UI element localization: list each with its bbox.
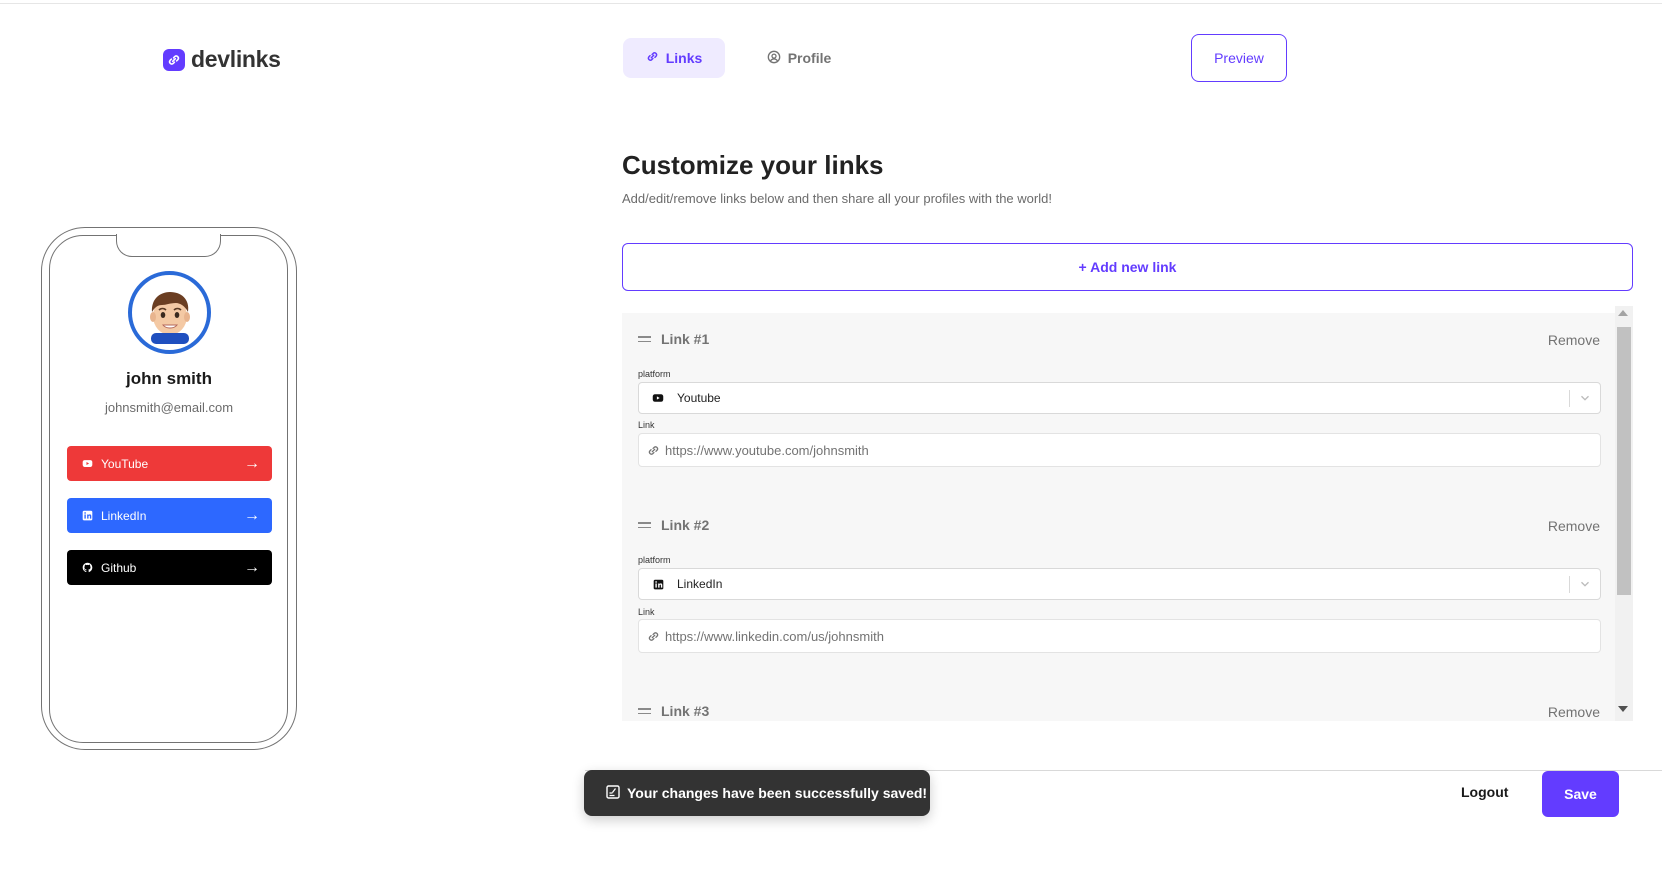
link-icon [647, 443, 661, 457]
preview-link-linkedin[interactable]: LinkedIn → [67, 498, 272, 533]
arrow-right-icon: → [244, 558, 260, 576]
link-url-value: https://www.linkedin.com/us/johnsmith [665, 628, 884, 644]
chevron-down-icon [1581, 581, 1589, 587]
preview-email: johnsmith@email.com [104, 400, 234, 415]
preview-link-label: LinkedIn [101, 508, 147, 523]
preview-link-label: Github [101, 560, 137, 575]
link-url-value: https://www.youtube.com/johnsmith [665, 442, 869, 458]
page-title: Customize your links [622, 150, 884, 180]
arrow-right-icon: → [244, 454, 260, 472]
youtube-icon [651, 391, 665, 405]
app-logo[interactable]: devlinks [163, 46, 281, 73]
platform-select[interactable]: Youtube [638, 382, 1601, 414]
drag-handle-icon[interactable] [638, 336, 651, 342]
top-border [0, 3, 1662, 4]
link-card-title: Link #1 [661, 331, 710, 347]
drag-handle-icon[interactable] [638, 708, 651, 714]
platform-select-value: LinkedIn [677, 577, 723, 591]
profile-circle-icon [767, 50, 781, 67]
logo-link-icon [163, 48, 185, 71]
youtube-icon [81, 458, 93, 470]
link-icon [647, 629, 661, 643]
link-url-input[interactable]: https://www.youtube.com/johnsmith [638, 433, 1601, 467]
save-success-toast: Your changes have been successfully save… [584, 770, 930, 816]
preview-link-youtube[interactable]: YouTube → [67, 446, 272, 481]
platform-label: platform [638, 555, 671, 565]
link-card-title: Link #2 [661, 517, 710, 533]
linkedin-icon [651, 577, 665, 591]
add-new-link-button[interactable]: + Add new link [622, 243, 1633, 291]
preview-link-github[interactable]: Github → [67, 550, 272, 585]
github-icon [81, 562, 93, 574]
remove-link-button[interactable]: Remove [1548, 518, 1600, 534]
scroll-down-arrow-icon[interactable] [1618, 706, 1628, 712]
tab-profile-label: Profile [787, 50, 832, 66]
links-list-panel: Link #1 Remove platform Youtube Link htt… [622, 313, 1615, 721]
memoji-avatar-icon [149, 291, 190, 344]
preview-link-label: YouTube [101, 456, 149, 471]
arrow-right-icon: → [244, 506, 260, 524]
saved-icon [605, 784, 621, 803]
preview-name: john smith [126, 369, 212, 388]
app-name: devlinks [191, 46, 281, 72]
preview-button[interactable]: Preview [1191, 34, 1287, 82]
remove-link-button[interactable]: Remove [1548, 704, 1600, 720]
tab-links[interactable]: Links [623, 38, 725, 78]
logout-button[interactable]: Logout [1461, 784, 1508, 800]
tab-profile[interactable]: Profile [751, 38, 847, 78]
link-label: Link [638, 607, 655, 617]
scrollbar-thumb[interactable] [1617, 327, 1631, 595]
phone-notch [116, 234, 221, 257]
linkedin-icon [81, 510, 93, 522]
avatar [128, 271, 211, 354]
page-subtitle: Add/edit/remove links below and then sha… [622, 191, 1052, 206]
link-card-header: Link #1 [638, 331, 709, 347]
chevron-down-icon [1581, 395, 1589, 401]
link-card-title: Link #3 [661, 703, 710, 719]
platform-select[interactable]: LinkedIn [638, 568, 1601, 600]
toast-message: Your changes have been successfully save… [627, 785, 928, 801]
platform-label: platform [638, 369, 671, 379]
scroll-up-arrow-icon[interactable] [1618, 310, 1628, 316]
drag-handle-icon[interactable] [638, 522, 651, 528]
link-card-header: Link #2 [638, 517, 709, 533]
link-card-header: Link #3 [638, 703, 709, 719]
save-button[interactable]: Save [1542, 771, 1619, 817]
link-label: Link [638, 420, 655, 430]
link-url-input[interactable]: https://www.linkedin.com/us/johnsmith [638, 619, 1601, 653]
link-icon [646, 50, 659, 66]
remove-link-button[interactable]: Remove [1548, 332, 1600, 348]
tab-links-label: Links [665, 50, 703, 66]
platform-select-value: Youtube [677, 391, 721, 405]
